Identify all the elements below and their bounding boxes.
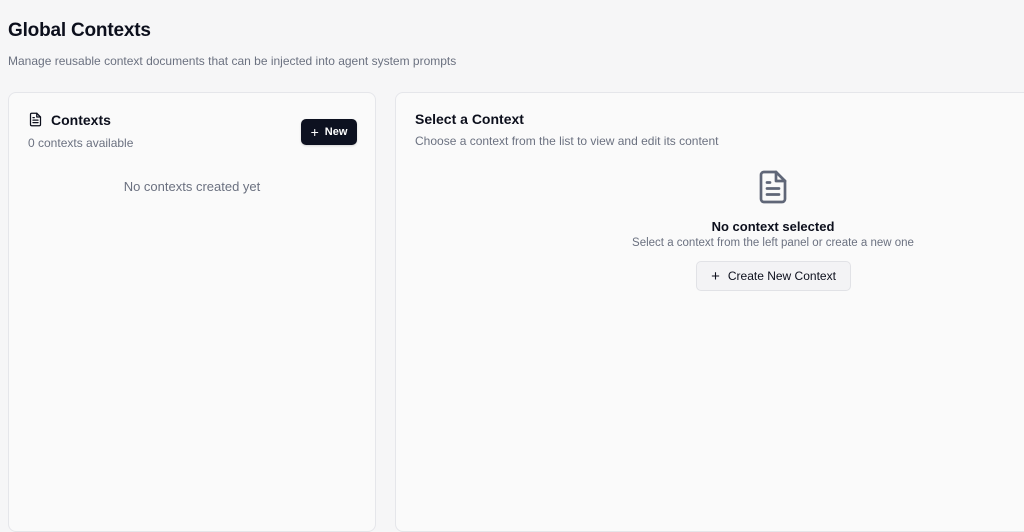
contexts-panel-title: Contexts xyxy=(51,111,111,128)
document-icon xyxy=(29,112,42,127)
contexts-panel: Contexts 0 contexts available + New No c… xyxy=(8,92,376,532)
contexts-panel-header: Contexts xyxy=(28,111,111,128)
document-icon xyxy=(759,170,787,204)
new-context-button[interactable]: + New xyxy=(301,119,357,145)
no-context-selected-subtitle: Select a context from the left panel or … xyxy=(632,237,914,249)
context-detail-subtitle: Choose a context from the list to view a… xyxy=(415,134,719,148)
no-context-selected-title: No context selected xyxy=(711,219,835,234)
new-context-button-label: New xyxy=(324,126,348,138)
plus-icon: + xyxy=(711,267,720,285)
create-new-context-button[interactable]: + Create New Context xyxy=(696,261,851,291)
page-title: Global Contexts xyxy=(8,20,151,41)
context-detail-panel: Select a Context Choose a context from t… xyxy=(395,92,1024,532)
create-new-context-button-label: Create New Context xyxy=(727,269,836,283)
page-subtitle: Manage reusable context documents that c… xyxy=(8,54,457,68)
context-detail-title: Select a Context xyxy=(415,111,524,127)
plus-icon: + xyxy=(310,124,319,140)
contexts-count: 0 contexts available xyxy=(28,136,134,150)
empty-contexts-message: No contexts created yet xyxy=(123,179,261,194)
page-header: Global Contexts Manage reusable context … xyxy=(8,20,456,68)
